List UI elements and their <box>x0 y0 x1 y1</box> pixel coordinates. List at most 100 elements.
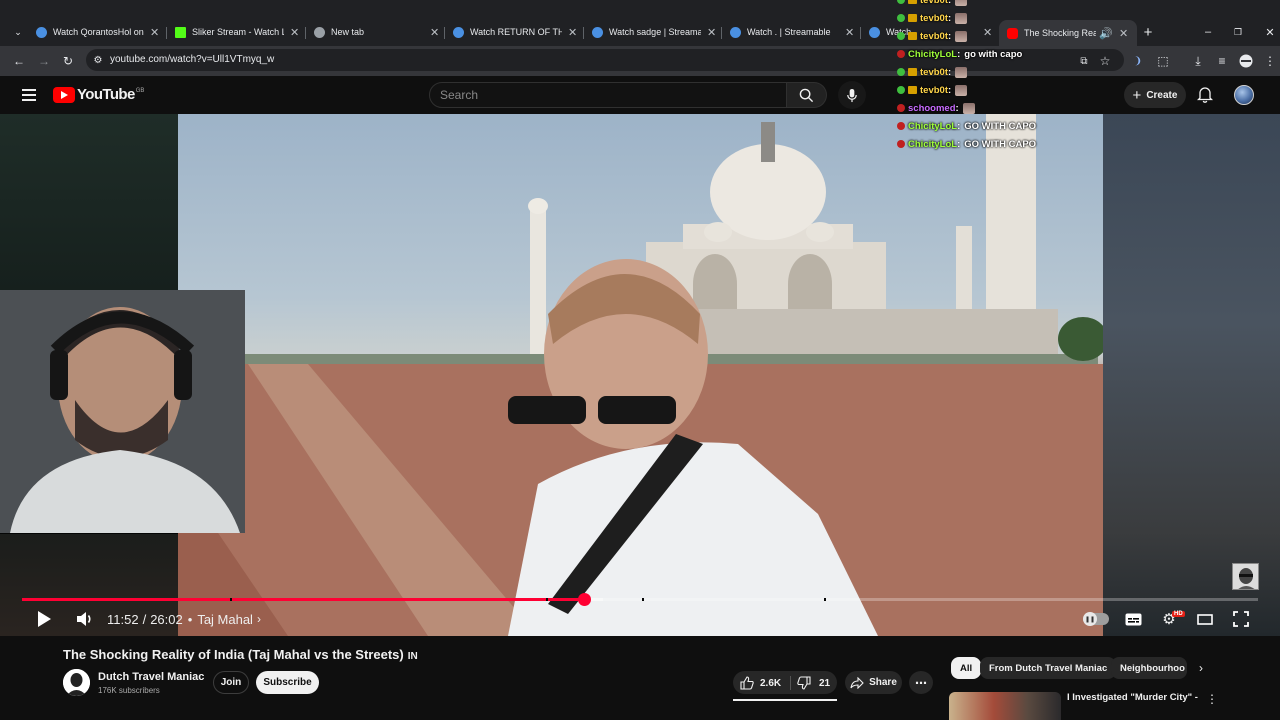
minimize-icon[interactable]: – <box>1200 24 1216 40</box>
reading-mode-icon[interactable]: ❩ <box>1130 53 1146 69</box>
browser-menu-icon[interactable]: ⋮ <box>1262 53 1278 69</box>
reload-icon[interactable]: ↻ <box>60 53 76 69</box>
new-tab-icon[interactable]: + <box>1140 24 1156 41</box>
forward-icon[interactable]: → <box>36 53 52 69</box>
join-button[interactable]: Join <box>213 671 249 694</box>
browser-tab[interactable]: Watch sadge | Streamable ✕ <box>592 22 717 42</box>
chat-emote-icon <box>955 30 968 42</box>
profile-icon[interactable] <box>1238 53 1254 69</box>
address-bar-url[interactable]: youtube.com/watch?v=Ull1VTmyq_w <box>110 54 274 65</box>
red-badge-icon <box>897 104 905 112</box>
channel-name[interactable]: Dutch Travel Maniac <box>98 671 204 683</box>
chat-username[interactable]: ChicityLoL <box>908 121 957 132</box>
duration: 26:02 <box>150 611 183 627</box>
video-frame[interactable] <box>178 114 1103 636</box>
autoplay-toggle[interactable]: ❚❚ <box>1083 612 1109 626</box>
download-icon[interactable]: ⤓ <box>1190 53 1206 69</box>
green-badge-icon <box>897 86 905 94</box>
youtube-logo[interactable]: YouTube GB <box>53 86 144 103</box>
chapter-separator: • <box>187 611 193 627</box>
chat-username[interactable]: tevb0t <box>920 85 948 96</box>
play-button[interactable] <box>34 609 54 629</box>
progress-bar[interactable] <box>22 593 1258 606</box>
chat-username[interactable]: tevb0t <box>920 31 948 42</box>
chat-colon: : <box>947 84 952 96</box>
tab-favicon-icon <box>730 26 741 38</box>
speaker-icon[interactable]: 🔊 <box>1099 27 1113 40</box>
video-player[interactable]: 11:52 / 26:02 • Taj Mahal › ❚❚ ⚙ HD <box>0 114 1280 636</box>
fullscreen-button[interactable] <box>1232 609 1250 629</box>
more-actions-icon[interactable]: ⋯ <box>909 671 933 694</box>
theater-mode-button[interactable] <box>1196 609 1214 629</box>
country-tag[interactable]: IN <box>408 651 418 662</box>
search-button[interactable] <box>787 82 827 108</box>
chat-colon: : <box>947 12 952 24</box>
create-button[interactable]: + Create <box>1124 82 1186 108</box>
subscribe-button[interactable]: Subscribe <box>256 671 319 694</box>
channel-avatar[interactable] <box>63 669 90 696</box>
recommendation-title[interactable]: I Investigated "Murder City" - <box>1067 692 1198 703</box>
crown-badge-icon <box>908 86 917 94</box>
chapter-title[interactable]: Taj Mahal <box>197 612 253 627</box>
close-tab-icon[interactable]: ✕ <box>1119 27 1129 40</box>
account-avatar[interactable] <box>1234 85 1254 105</box>
channel-avatar-image <box>63 669 90 696</box>
recommendation-thumbnail[interactable] <box>949 692 1061 720</box>
browser-tab[interactable]: Watch RETURN OF THE G ✕ <box>453 22 578 42</box>
close-tab-icon[interactable]: ✕ <box>150 26 160 39</box>
play-icon <box>38 611 51 627</box>
chat-colon: : <box>957 120 961 132</box>
share-button[interactable]: Share <box>845 671 902 694</box>
browser-tab[interactable]: New tab ✕ <box>314 22 440 42</box>
browser-tab-active[interactable]: The Shocking Reality 🔊 ✕ <box>999 20 1137 46</box>
tab-favicon-icon <box>869 26 880 38</box>
chip-neighbourhood[interactable]: Neighbourhoo <box>1111 657 1187 679</box>
chat-username[interactable]: ChicityLoL <box>908 49 957 60</box>
dislike-button[interactable]: 21 <box>797 675 833 691</box>
chip-all[interactable]: All <box>951 657 982 679</box>
chat-username[interactable]: schoomed <box>908 103 956 114</box>
like-button[interactable]: 2.6K <box>740 675 790 691</box>
chapter-arrow-icon[interactable]: › <box>257 612 261 626</box>
extensions-icon[interactable]: ⬚ <box>1155 53 1171 69</box>
close-tab-icon[interactable]: ✕ <box>845 26 855 39</box>
chat-username[interactable]: tevb0t <box>920 13 948 24</box>
chat-username[interactable]: tevb0t <box>920 67 948 78</box>
browser-tab[interactable]: Sliker Stream - Watch Live ✕ <box>175 22 300 42</box>
subtitles-button[interactable] <box>1124 609 1142 629</box>
close-tab-icon[interactable]: ✕ <box>290 26 300 39</box>
notifications-bell-icon[interactable] <box>1196 86 1215 104</box>
tab-separator <box>444 27 445 39</box>
bookmark-star-icon[interactable]: ☆ <box>1097 53 1113 69</box>
recommendation-menu-icon[interactable]: ⋮ <box>1206 692 1218 706</box>
close-tab-icon[interactable]: ✕ <box>707 26 717 39</box>
chat-emote-icon <box>955 84 968 96</box>
chat-colon: : <box>955 102 959 114</box>
back-icon[interactable]: ← <box>11 53 27 69</box>
install-app-icon[interactable]: ⧉ <box>1076 53 1092 69</box>
chevron-right-icon[interactable]: › <box>1194 661 1208 675</box>
restore-icon[interactable]: ❐ <box>1230 24 1246 40</box>
tab-search-button[interactable]: ⌄ <box>10 24 26 40</box>
tab-label: Sliker Stream - Watch Live <box>192 27 284 37</box>
close-window-icon[interactable]: ✕ <box>1262 24 1278 40</box>
channel-watermark[interactable] <box>1232 563 1259 590</box>
tab-label: Watch QorantosHol on cl <box>53 27 144 37</box>
close-tab-icon[interactable]: ✕ <box>430 26 440 39</box>
volume-button[interactable] <box>74 609 96 629</box>
voice-search-button[interactable] <box>838 81 866 109</box>
chat-username[interactable]: tevb0t <box>920 0 948 6</box>
tab-label: The Shocking Reality <box>1024 28 1097 38</box>
media-control-icon[interactable]: ≡ <box>1214 53 1230 69</box>
chat-username[interactable]: ChicityLoL <box>908 139 957 150</box>
browser-tab[interactable]: Watch QorantosHol on cl ✕ <box>36 22 160 42</box>
chip-from-channel[interactable]: From Dutch Travel Maniac <box>980 657 1117 679</box>
site-info-icon[interactable]: ⚙ <box>90 52 106 68</box>
youtube-logo-text: YouTube <box>77 86 135 103</box>
search-input[interactable] <box>440 87 770 103</box>
hamburger-menu-icon[interactable] <box>20 86 38 104</box>
close-tab-icon[interactable]: ✕ <box>568 26 578 39</box>
browser-tab[interactable]: Watch . | Streamable ✕ <box>730 22 855 42</box>
close-tab-icon[interactable]: ✕ <box>983 26 993 39</box>
search-box[interactable] <box>429 82 787 108</box>
